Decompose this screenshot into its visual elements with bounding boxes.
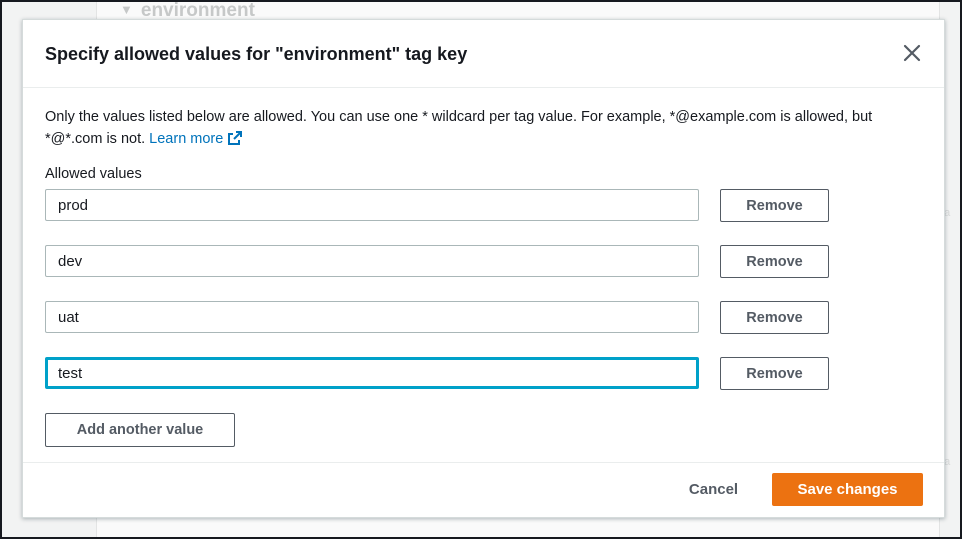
remove-value-button[interactable]: Remove	[720, 245, 829, 278]
modal-title: Specify allowed values for "environment"…	[45, 44, 468, 64]
remove-value-button[interactable]: Remove	[720, 189, 829, 222]
allowed-value-input[interactable]	[45, 301, 699, 333]
allowed-value-input[interactable]	[45, 245, 699, 277]
learn-more-label: Learn more	[149, 131, 224, 147]
remove-value-button[interactable]: Remove	[720, 357, 829, 390]
close-button[interactable]	[902, 43, 922, 63]
allowed-values-label: Allowed values	[45, 166, 142, 182]
caret-down-icon: ▼	[120, 2, 133, 17]
remove-value-button[interactable]: Remove	[720, 301, 829, 334]
allowed-value-row: Remove	[45, 357, 845, 391]
modal-body: Only the values listed below are allowed…	[45, 106, 925, 447]
allowed-value-input[interactable]	[45, 357, 699, 389]
allowed-values-modal: Specify allowed values for "environment"…	[22, 19, 945, 518]
add-another-value-button[interactable]: Add another value	[45, 413, 235, 447]
allowed-value-row: Remove	[45, 301, 845, 335]
allowed-value-input[interactable]	[45, 189, 699, 221]
save-changes-button[interactable]: Save changes	[772, 473, 923, 506]
allowed-value-row: Remove	[45, 189, 845, 223]
cancel-button[interactable]: Cancel	[671, 473, 756, 505]
background-section-label: environment	[140, 0, 255, 21]
learn-more-link[interactable]: Learn more	[149, 131, 243, 147]
close-icon	[903, 44, 921, 62]
external-link-icon	[227, 130, 243, 153]
modal-header: Specify allowed values for "environment"…	[23, 20, 944, 88]
modal-footer: Cancel Save changes	[23, 462, 944, 517]
modal-description: Only the values listed below are allowed…	[45, 106, 925, 153]
allowed-value-row: Remove	[45, 245, 845, 279]
